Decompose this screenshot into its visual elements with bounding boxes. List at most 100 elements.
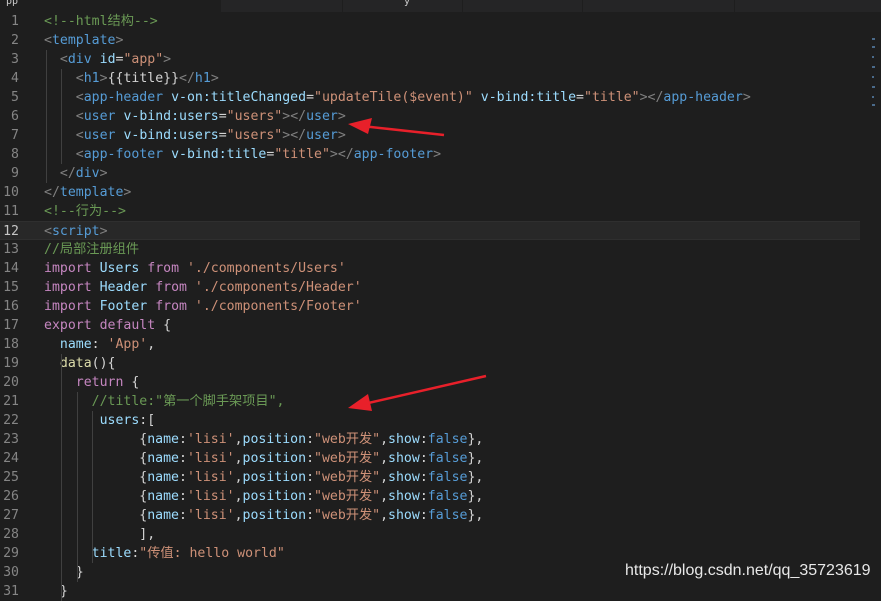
code-line[interactable]: 6 <user v-bind:users="users"></user> (0, 107, 860, 126)
code-line[interactable]: 17 export default { (0, 316, 860, 335)
editor-tab-5[interactable] (584, 0, 735, 12)
code-token: from (147, 261, 180, 276)
code-line[interactable]: 1 <!--html结构--> (0, 12, 860, 31)
code-token: < (75, 128, 84, 143)
code-token: import (44, 280, 92, 295)
code-text: return { (44, 373, 140, 392)
code-line[interactable]: 18 name: 'App', (0, 335, 860, 354)
code-token: > (99, 166, 108, 181)
code-token: user (306, 109, 338, 124)
code-line[interactable]: 14 import Users from './components/Users' (0, 259, 860, 278)
code-token: , (380, 432, 389, 447)
code-token: app-header (663, 90, 743, 105)
code-line[interactable]: 27 {name:'lisi',position:"web开发",show:fa… (0, 506, 860, 525)
code-line[interactable]: 26 {name:'lisi',position:"web开发",show:fa… (0, 487, 860, 506)
code-text: </template> (44, 183, 131, 202)
code-line[interactable]: 4 <h1>{{title}}</h1> (0, 69, 860, 88)
editor-tab-app[interactable]: pp (0, 0, 221, 12)
code-line[interactable]: 5 <app-header v-on:titleChanged="updateT… (0, 88, 860, 107)
code-token: div (75, 166, 100, 181)
code-token: , (234, 451, 243, 466)
code-text: {name:'lisi',position:"web开发",show:false… (44, 487, 483, 506)
code-token: <!--行为--> (44, 204, 126, 219)
code-token: > (99, 224, 108, 239)
code-line[interactable]: 21 //title:"第一个脚手架项目", (0, 392, 860, 411)
code-line[interactable]: 9 </div> (0, 164, 860, 183)
code-line[interactable]: 13 //局部注册组件 (0, 240, 860, 259)
code-line[interactable]: 11 <!--行为--> (0, 202, 860, 221)
code-token: position (242, 489, 307, 504)
line-number: 18 (3, 337, 19, 352)
code-text: <!--行为--> (44, 202, 126, 221)
editor-tab-4[interactable] (464, 0, 583, 12)
code-line[interactable]: 29 title:"传值: hello world" (0, 544, 860, 563)
code-line[interactable]: 12 <script> (0, 221, 860, 240)
tab-label: y (404, 0, 411, 7)
code-text: import Header from './components/Header' (44, 278, 362, 297)
code-text: <template> (44, 31, 123, 50)
code-token: > (163, 52, 172, 67)
code-line[interactable]: 31 } (0, 582, 860, 601)
watermark: https://blog.csdn.net/qq_35723619 (625, 562, 871, 579)
code-token: './components/Users' (186, 261, 346, 276)
code-token: name (147, 432, 179, 447)
code-token: { (123, 375, 140, 390)
code-line[interactable]: 8 <app-footer v-bind:title="title"></app… (0, 145, 860, 164)
code-token: < (44, 224, 52, 239)
line-number: 16 (3, 299, 19, 314)
code-token: position (242, 432, 307, 447)
code-token: > (337, 128, 346, 143)
code-token: > (99, 71, 108, 86)
code-token: < (75, 90, 84, 105)
code-token: Header (99, 280, 148, 295)
code-token: "web开发" (314, 489, 381, 504)
code-token: template (59, 185, 124, 200)
code-token: : (306, 489, 315, 504)
code-token: show (388, 470, 420, 485)
editor-tab-3[interactable]: y (344, 0, 463, 12)
code-line[interactable]: 15 import Header from './components/Heade… (0, 278, 860, 297)
code-token: : (178, 489, 187, 504)
code-editor[interactable]: 1 <!--html结构--> 2 <template> 3 <div id="app"… (0, 12, 881, 599)
code-line[interactable]: 16 import Footer from './components/Foote… (0, 297, 860, 316)
code-line[interactable]: 24 {name:'lisi',position:"web开发",show:fa… (0, 449, 860, 468)
code-token: "传值: hello world" (139, 546, 285, 561)
code-line[interactable]: 23 {name:'lisi',position:"web开发",show:fa… (0, 430, 860, 449)
code-token: ></ (282, 128, 307, 143)
code-line[interactable]: 2 <template> (0, 31, 860, 50)
code-line[interactable]: 3 <div id="app"> (0, 50, 860, 69)
code-token: > (433, 147, 442, 162)
code-token: = (576, 90, 584, 105)
code-token: { (44, 489, 148, 504)
code-text: {name:'lisi',position:"web开发",show:false… (44, 506, 483, 525)
code-token: false (427, 432, 468, 447)
code-token: export (44, 318, 92, 333)
code-token: </ (44, 185, 60, 200)
code-token: : (178, 451, 187, 466)
code-line[interactable]: 25 {name:'lisi',position:"web开发",show:fa… (0, 468, 860, 487)
code-line[interactable]: 22 users:[ (0, 411, 860, 430)
line-number: 9 (11, 166, 19, 181)
code-line[interactable]: 19 data(){ (0, 354, 860, 373)
code-token: < (75, 109, 84, 124)
code-token: ></ (639, 90, 664, 105)
code-line[interactable]: 28 ], (0, 525, 860, 544)
line-number: 29 (3, 546, 19, 561)
code-token: : (178, 508, 187, 523)
code-token: , (234, 489, 243, 504)
code-token: { (44, 508, 148, 523)
code-token: : (178, 432, 187, 447)
code-line[interactable]: 7 <user v-bind:users="users"></user> (0, 126, 860, 145)
line-number: 17 (3, 318, 19, 333)
code-line[interactable]: 10 </template> (0, 183, 860, 202)
code-line[interactable]: 20 return { (0, 373, 860, 392)
code-text: <div id="app"> (44, 50, 171, 69)
editor-tab-2[interactable] (222, 0, 343, 12)
code-token: : (306, 470, 315, 485)
code-token: <!--html结构--> (44, 14, 158, 29)
